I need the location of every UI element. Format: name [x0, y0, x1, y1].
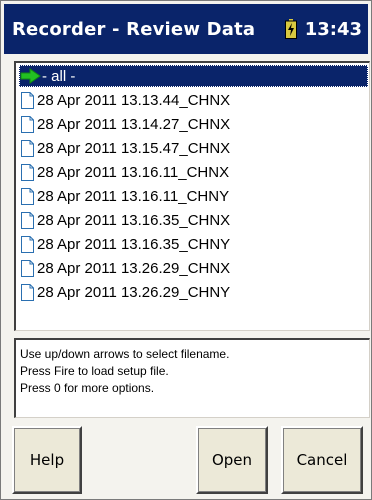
file-icon [21, 91, 34, 109]
file-icon [21, 235, 34, 253]
title-bar: Recorder - Review Data 13:43 [4, 4, 368, 54]
list-item[interactable]: 28 Apr 2011 13.14.27_CHNX [19, 113, 368, 135]
file-list[interactable]: - all - 28 Apr 2011 13.13.44_CHNX 28 Apr… [14, 61, 370, 331]
list-item-label: 28 Apr 2011 13.16.11_CHNX [37, 163, 230, 181]
file-icon [21, 259, 34, 277]
list-item-label: 28 Apr 2011 13.26.29_CHNY [37, 283, 231, 301]
clock: 13:43 [304, 18, 362, 40]
file-icon [21, 283, 34, 301]
list-item-all[interactable]: - all - [19, 65, 368, 87]
battery-charging-icon [284, 19, 297, 39]
list-item[interactable]: 28 Apr 2011 13.26.29_CHNY [19, 281, 368, 303]
list-item-label: 28 Apr 2011 13.16.11_CHNY [37, 187, 230, 205]
open-button[interactable]: Open [196, 426, 268, 494]
instructions-box: Use up/down arrows to select filename. P… [14, 338, 370, 418]
file-icon [21, 115, 34, 133]
window-title: Recorder - Review Data [12, 18, 256, 40]
file-icon [21, 139, 34, 157]
list-item[interactable]: 28 Apr 2011 13.16.35_CHNY [19, 233, 368, 255]
recorder-window: Recorder - Review Data 13:43 - all - 28 … [0, 0, 372, 500]
list-item[interactable]: 28 Apr 2011 13.26.29_CHNX [19, 257, 368, 279]
arrow-right-icon [20, 68, 41, 84]
instruction-line: Use up/down arrows to select filename. [20, 347, 230, 361]
instruction-line: Press 0 for more options. [20, 381, 155, 395]
list-item[interactable]: 28 Apr 2011 13.13.44_CHNX [19, 89, 368, 111]
list-item-label: - all - [42, 67, 76, 85]
list-item-label: 28 Apr 2011 13.16.35_CHNY [37, 235, 231, 253]
list-item[interactable]: 28 Apr 2011 13.16.11_CHNX [19, 161, 368, 183]
file-icon [21, 163, 34, 181]
list-item[interactable]: 28 Apr 2011 13.16.35_CHNX [19, 209, 368, 231]
list-item[interactable]: 28 Apr 2011 13.16.11_CHNY [19, 185, 368, 207]
list-item-label: 28 Apr 2011 13.13.44_CHNX [37, 91, 231, 109]
instruction-line: Press Fire to load setup file. [20, 364, 169, 378]
list-item[interactable]: 28 Apr 2011 13.15.47_CHNX [19, 137, 368, 159]
file-icon [21, 187, 34, 205]
help-button[interactable]: Help [12, 426, 82, 494]
list-item-label: 28 Apr 2011 13.15.47_CHNX [37, 139, 231, 157]
list-item-label: 28 Apr 2011 13.14.27_CHNX [37, 115, 231, 133]
list-item-label: 28 Apr 2011 13.16.35_CHNX [37, 211, 231, 229]
file-icon [21, 211, 34, 229]
list-item-label: 28 Apr 2011 13.26.29_CHNX [37, 259, 231, 277]
cancel-button[interactable]: Cancel [281, 426, 363, 494]
